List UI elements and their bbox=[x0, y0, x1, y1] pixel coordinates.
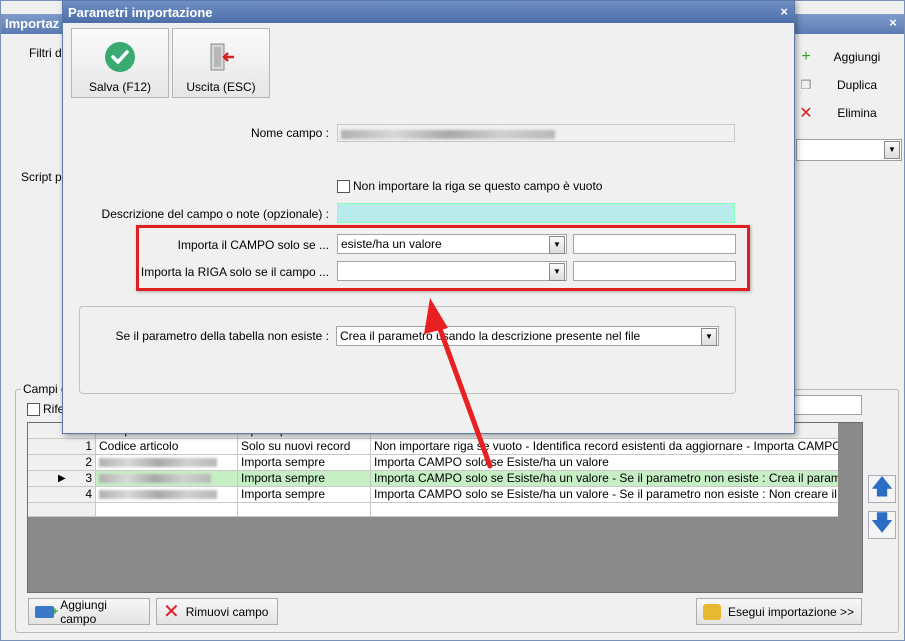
arrow-up-icon: 🡅 bbox=[870, 474, 894, 499]
nome-campo-label: Nome campo : bbox=[250, 126, 329, 140]
table-row[interactable]: 4 Importa sempre Importa CAMPO solo se E… bbox=[28, 487, 839, 503]
checkbox-box[interactable] bbox=[27, 402, 40, 416]
row-number: 1 bbox=[28, 439, 96, 454]
cell-tipo[interactable]: Importa sempre bbox=[238, 471, 371, 486]
duplica-button[interactable]: ❐ Duplica bbox=[796, 73, 898, 97]
move-up-button[interactable]: 🡅 bbox=[868, 474, 896, 503]
checkbox-box[interactable] bbox=[337, 179, 350, 193]
blurred-text bbox=[99, 474, 211, 484]
grid-scroll-area bbox=[838, 423, 862, 592]
parametri-dialog: Parametri importazione × Salva (F12) Usc… bbox=[62, 0, 795, 434]
cell-tipo[interactable]: Importa sempre bbox=[238, 487, 371, 502]
filtri-label: Filtri di bbox=[29, 46, 65, 60]
exit-door-icon bbox=[210, 43, 234, 71]
database-icon bbox=[703, 603, 721, 620]
parametro-group bbox=[79, 306, 736, 394]
rimuovi-campo-button[interactable]: ✕ Rimuovi campo bbox=[156, 598, 278, 625]
cell-parametri[interactable]: Importa CAMPO solo se Esiste/ha un valor… bbox=[371, 471, 839, 486]
plus-icon: + bbox=[801, 48, 811, 65]
aggiungi-button[interactable]: + Aggiungi bbox=[796, 45, 898, 69]
salva-button[interactable]: Salva (F12) bbox=[71, 28, 169, 98]
parametro-select[interactable]: Crea il parametro usando la descrizione … bbox=[336, 326, 719, 346]
copy-icon: ❐ bbox=[800, 78, 812, 92]
cell-campo-blurred[interactable] bbox=[96, 455, 238, 470]
blurred-text bbox=[99, 458, 217, 468]
check-icon bbox=[105, 42, 135, 72]
cell-campo[interactable]: Codice articolo bbox=[96, 439, 238, 454]
descrizione-input[interactable] bbox=[337, 203, 735, 223]
parametro-label: Se il parametro della tabella non esiste… bbox=[115, 329, 329, 343]
fields-grid: Campo Tipo importazione Parametri 1 Codi… bbox=[27, 422, 863, 593]
search-input[interactable] bbox=[791, 395, 862, 415]
row-number: 2 bbox=[28, 455, 96, 470]
row-number-empty bbox=[28, 503, 96, 516]
chevron-down-icon[interactable]: ▼ bbox=[884, 141, 900, 159]
grid-body: Campo Tipo importazione Parametri 1 Codi… bbox=[28, 423, 839, 517]
current-row-arrow-icon: ▶ bbox=[58, 473, 66, 484]
esegui-importazione-button[interactable]: Esegui importazione >> bbox=[696, 598, 862, 625]
grid-new-row[interactable] bbox=[28, 503, 839, 517]
script-combo[interactable]: ▼ bbox=[796, 139, 902, 161]
cell-empty[interactable] bbox=[96, 503, 238, 516]
remove-x-icon: ✕ bbox=[163, 601, 180, 623]
arrow-down-icon: 🡇 bbox=[870, 510, 894, 535]
delete-x-icon: ✕ bbox=[799, 105, 813, 122]
chevron-down-icon[interactable]: ▼ bbox=[701, 328, 717, 346]
cell-parametri[interactable]: Non importare riga se vuoto - Identifica… bbox=[371, 439, 839, 454]
cell-tipo[interactable]: Importa sempre bbox=[238, 455, 371, 470]
close-icon[interactable]: × bbox=[780, 4, 788, 19]
row-number: 4 bbox=[28, 487, 96, 502]
descrizione-label: Descrizione del campo o note (opzionale)… bbox=[101, 207, 329, 221]
close-icon[interactable]: × bbox=[886, 16, 900, 30]
table-row-selected[interactable]: ▶ 3 Importa sempre Importa CAMPO solo se… bbox=[28, 471, 839, 487]
non-importare-checkbox[interactable]: Non importare la riga se questo campo è … bbox=[337, 179, 602, 193]
uscita-button[interactable]: Uscita (ESC) bbox=[172, 28, 270, 98]
blurred-text bbox=[99, 490, 217, 500]
move-down-button[interactable]: 🡇 bbox=[868, 510, 896, 539]
dialog-title: Parametri importazione × bbox=[63, 1, 794, 23]
cell-parametri[interactable]: Importa CAMPO solo se Esiste/ha un valor… bbox=[371, 487, 839, 502]
nome-campo-field[interactable] bbox=[337, 124, 735, 142]
cell-parametri[interactable]: Importa CAMPO solo se Esiste/ha un valor… bbox=[371, 455, 839, 470]
cell-empty[interactable] bbox=[238, 503, 371, 516]
cell-campo-blurred[interactable] bbox=[96, 471, 238, 486]
cell-empty[interactable] bbox=[371, 503, 839, 516]
highlight-box bbox=[136, 225, 750, 291]
aggiungi-campo-button[interactable]: + Aggiungi campo bbox=[28, 598, 150, 626]
row-number: ▶ 3 bbox=[28, 471, 96, 486]
cell-tipo[interactable]: Solo su nuovi record bbox=[238, 439, 371, 454]
table-row[interactable]: 2 Importa sempre Importa CAMPO solo se E… bbox=[28, 455, 839, 471]
add-field-icon: + bbox=[35, 605, 58, 618]
elimina-button[interactable]: ✕ Elimina bbox=[796, 101, 898, 125]
table-row[interactable]: 1 Codice articolo Solo su nuovi record N… bbox=[28, 439, 839, 455]
blurred-text bbox=[341, 130, 555, 140]
cell-campo-blurred[interactable] bbox=[96, 487, 238, 502]
